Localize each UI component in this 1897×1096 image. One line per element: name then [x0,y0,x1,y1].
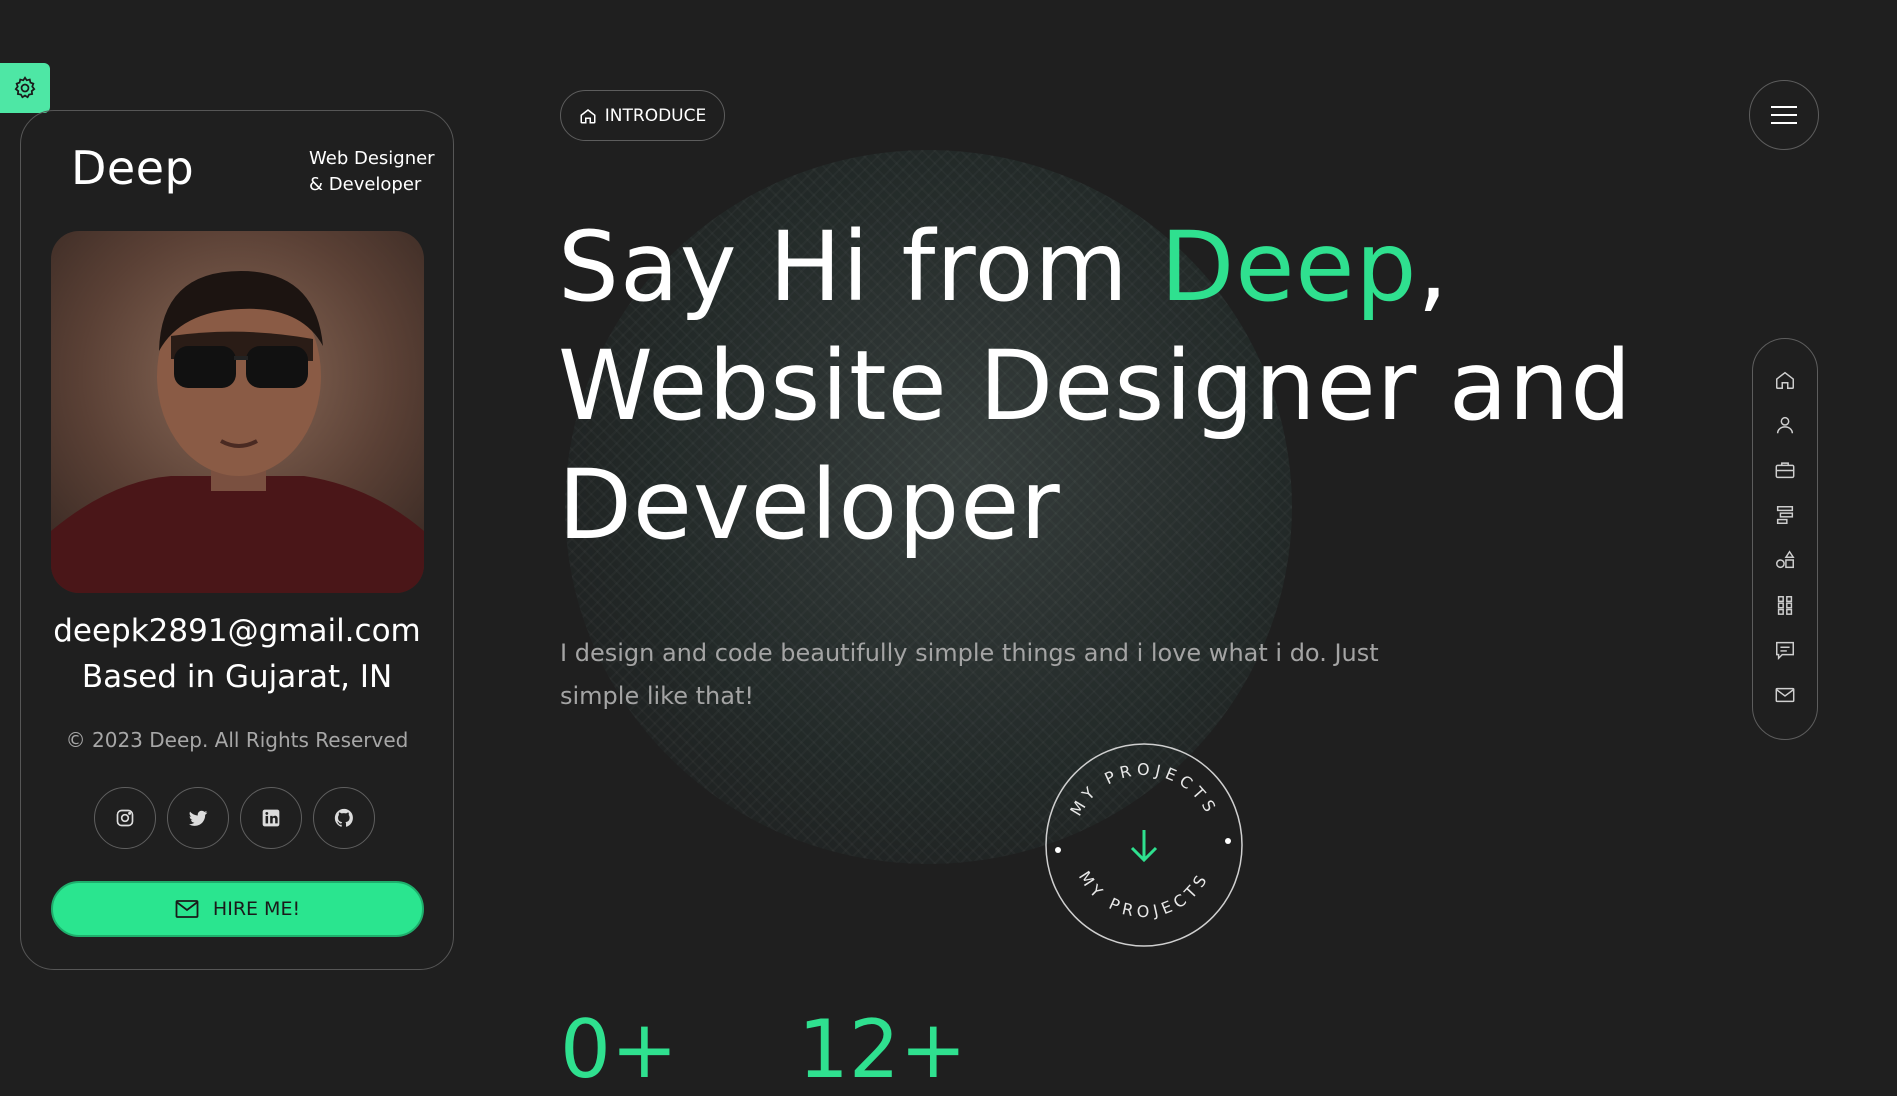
side-navigation [1752,338,1818,740]
copyright-text: © 2023 Deep. All Rights Reserved [65,728,409,752]
instagram-icon [116,809,134,827]
my-projects-button[interactable]: MY PROJECTS MY PROJECTS [1044,742,1244,948]
headline-part1: Say Hi from [558,211,1161,323]
svg-text:MY PROJECTS: MY PROJECTS [1075,868,1213,921]
nav-contact[interactable] [1774,684,1796,706]
profile-name: Deep [71,141,195,195]
linkedin-button[interactable] [240,787,302,849]
svg-text:MY PROJECTS: MY PROJECTS [1066,760,1222,819]
projects-circle-text-top: MY PROJECTS [1066,760,1217,819]
nav-home[interactable] [1774,369,1796,391]
hire-me-button[interactable]: HIRE ME! [51,881,424,937]
briefcase-icon [1775,462,1795,479]
twitter-icon [189,810,208,826]
social-links [94,787,375,849]
menu-button[interactable] [1749,80,1819,150]
profile-photo [51,231,424,593]
hero-lead: I design and code beautifully simple thi… [560,639,1379,710]
introduce-label: INTRODUCE [604,105,707,126]
profile-role-line2: & Developer [309,174,422,195]
projects-circle-text-bottom: MY PROJECTS [1075,868,1208,921]
stat-value-1: 0+ [560,1003,678,1096]
settings-button[interactable] [0,63,50,113]
github-button[interactable] [313,787,375,849]
chat-icon [1776,641,1794,661]
instagram-button[interactable] [94,787,156,849]
nav-testimonials[interactable] [1774,639,1796,661]
profile-card: Deep Web Designer & Developer deepk2891@… [20,110,454,970]
shapes-icon [1776,550,1795,569]
headline-part2: , [1417,211,1449,323]
headline-line3: Developer [558,449,1061,561]
stat-value-2: 12+ [798,1003,967,1096]
twitter-button[interactable] [167,787,229,849]
headline-accent: Deep [1160,211,1418,323]
nav-skills[interactable] [1774,549,1796,571]
home-icon [1776,371,1794,389]
hire-me-label: HIRE ME! [212,898,301,920]
profile-role-line1: Web Designer [309,148,435,169]
profile-role: Web Designer & Developer [309,146,435,198]
nav-resume[interactable] [1774,459,1796,481]
user-icon [1776,416,1794,434]
profile-location: Based in Gujarat, IN [81,659,393,695]
nav-services[interactable] [1774,504,1796,526]
profile-email[interactable]: deepk2891@gmail.com [21,613,453,649]
headline-line2: Website Designer and [558,330,1633,442]
hero-headline: Say Hi from Deep, Website Designer and Dev… [558,208,1658,565]
mail-icon [1775,687,1795,703]
nav-about[interactable] [1774,414,1796,436]
github-icon [334,808,353,827]
grid-icon [1777,596,1793,615]
arrow-down-icon [1130,830,1158,863]
gear-icon [14,76,36,99]
linkedin-icon [262,809,280,827]
home-icon [580,108,596,123]
hamburger-icon [1771,106,1797,124]
mail-icon [175,900,199,918]
nav-portfolio[interactable] [1774,594,1796,616]
introduce-pill: INTRODUCE [560,90,725,141]
align-icon [1776,506,1794,524]
